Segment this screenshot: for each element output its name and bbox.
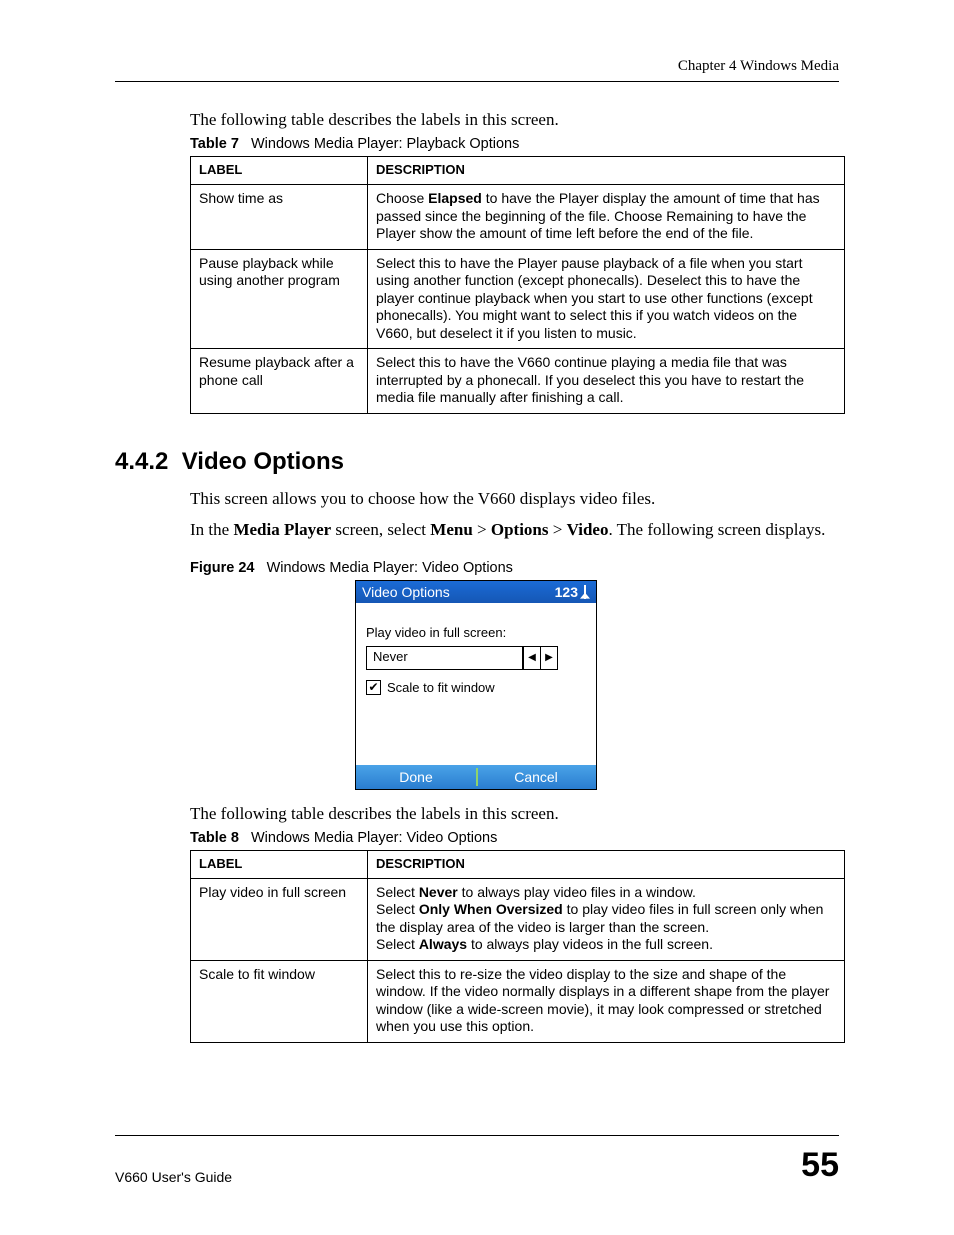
page-header: Chapter 4 Windows Media [115, 0, 839, 82]
phone-titlebar: Video Options 123 [356, 581, 596, 603]
chapter-label: Chapter 4 Windows Media [678, 58, 839, 74]
done-button[interactable]: Done [356, 769, 476, 785]
table8-head-desc: Description [368, 850, 845, 878]
phone-screenshot: Video Options 123 Play video in full scr… [355, 580, 597, 790]
input-mode-indicator: 123 [555, 584, 578, 600]
section-number: 4.4.2 [115, 448, 168, 475]
t7r0-desc: Choose Elapsed to have the Player displa… [368, 185, 845, 250]
body-text-2: In the Media Player screen, select Menu … [190, 519, 839, 542]
scale-checkbox-label: Scale to fit window [387, 680, 495, 695]
t7r1-desc: Select this to have the Player pause pla… [368, 249, 845, 349]
body-text-1: This screen allows you to choose how the… [190, 488, 839, 511]
figure-caption: Figure 24 Windows Media Player: Video Op… [190, 560, 839, 576]
t7r2-desc: Select this to have the V660 continue pl… [368, 349, 845, 414]
phone-title-text: Video Options [362, 584, 450, 600]
intro-text-2: The following table describes the labels… [190, 804, 839, 824]
t7r2-label: Resume playback after a phone call [191, 349, 368, 414]
table-row: Pause playback while using another progr… [191, 249, 845, 349]
table7-head-desc: Description [368, 157, 845, 185]
page-footer: V660 User's Guide 55 [115, 1135, 839, 1185]
fullscreen-spinner[interactable]: Never ◀ ▶ [366, 646, 558, 670]
section-title: Video Options [182, 448, 344, 475]
table-row: Play video in full screen Select Never t… [191, 878, 845, 960]
footer-guide: V660 User's Guide [115, 1169, 232, 1185]
spinner-right-button[interactable]: ▶ [540, 647, 557, 669]
table8-caption-label: Table 8 [190, 830, 239, 846]
spinner-value: Never [367, 647, 523, 669]
table7-caption-label: Table 7 [190, 136, 239, 152]
chevron-left-icon: ◀ [528, 652, 536, 663]
table7: Label Description Show time as Choose El… [190, 156, 845, 414]
t8r0-desc: Select Never to always play video files … [368, 878, 845, 960]
figure-caption-text: Windows Media Player: Video Options [267, 560, 513, 576]
t8r0-label: Play video in full screen [191, 878, 368, 960]
cancel-button[interactable]: Cancel [476, 769, 596, 785]
section-heading: 4.4.2 Video Options [115, 448, 839, 476]
table8-caption: Table 8 Windows Media Player: Video Opti… [190, 830, 839, 846]
chevron-right-icon: ▶ [545, 652, 553, 663]
table-row: Show time as Choose Elapsed to have the … [191, 185, 845, 250]
fullscreen-label: Play video in full screen: [366, 625, 586, 640]
figure-caption-label: Figure 24 [190, 560, 254, 576]
table8: Label Description Play video in full scr… [190, 850, 845, 1043]
table7-caption: Table 7 Windows Media Player: Playback O… [190, 136, 839, 152]
table8-caption-text: Windows Media Player: Video Options [251, 830, 497, 846]
t7r1-label: Pause playback while using another progr… [191, 249, 368, 349]
signal-icon [580, 585, 590, 599]
softkey-separator [476, 768, 478, 786]
page-number: 55 [801, 1146, 839, 1185]
table-row: Resume playback after a phone call Selec… [191, 349, 845, 414]
table-row: Scale to fit window Select this to re-si… [191, 960, 845, 1042]
spinner-left-button[interactable]: ◀ [523, 647, 540, 669]
scale-checkbox[interactable]: ✔ [366, 680, 381, 695]
t8r1-desc: Select this to re-size the video display… [368, 960, 845, 1042]
intro-text-1: The following table describes the labels… [190, 110, 839, 130]
t7r0-label: Show time as [191, 185, 368, 250]
table8-head-label: Label [191, 850, 368, 878]
table7-head-label: Label [191, 157, 368, 185]
t8r1-label: Scale to fit window [191, 960, 368, 1042]
phone-status-icons: 123 [555, 584, 590, 600]
phone-softkeys: Done Cancel [356, 765, 596, 789]
table7-caption-text: Windows Media Player: Playback Options [251, 136, 519, 152]
